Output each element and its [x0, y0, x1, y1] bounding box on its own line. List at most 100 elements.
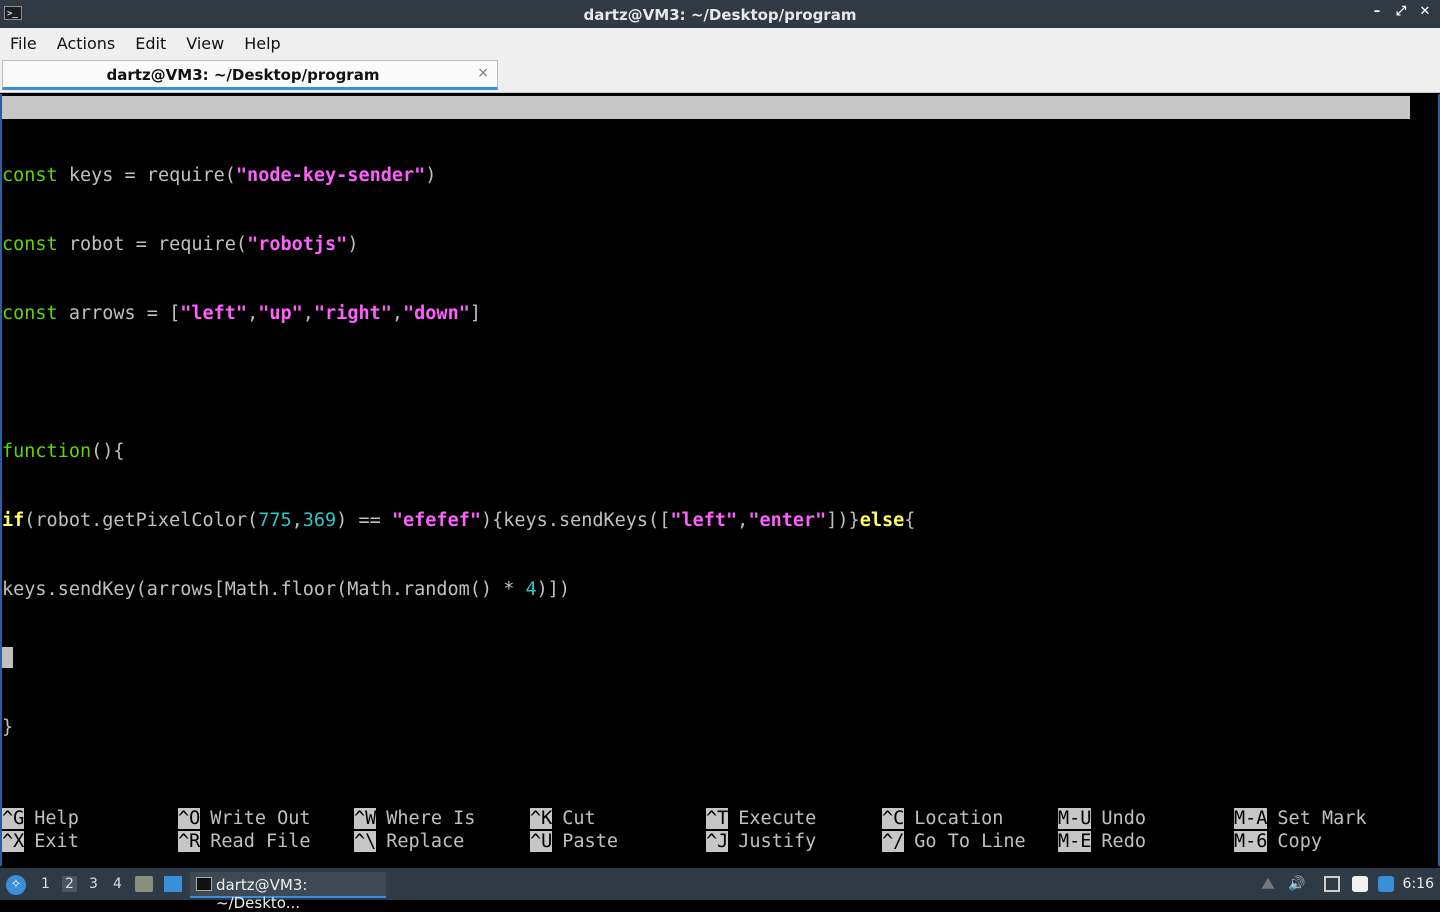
window-title: dartz@VM3: ~/Desktop/program	[583, 6, 857, 24]
code-text: ,	[737, 510, 749, 531]
terminal-icon	[196, 877, 212, 891]
code-text: ,	[302, 303, 314, 324]
shortcut-key: ^K	[530, 808, 553, 829]
shortcut-key: ^W	[354, 808, 377, 829]
code-text: ])}	[826, 510, 860, 531]
shortcut-copy[interactable]: M-6 Copy	[1234, 830, 1322, 853]
code-line-9: }	[2, 716, 915, 739]
window-titlebar[interactable]: >_ dartz@VM3: ~/Desktop/program – ⤢ ✕	[0, 0, 1440, 28]
shortcut-key: ^O	[178, 808, 201, 829]
show-desktop-icon[interactable]	[164, 876, 182, 892]
shortcut-paste[interactable]: ^U Paste	[530, 830, 618, 853]
code-text: )	[347, 234, 359, 255]
code-text: robot = require(	[57, 234, 248, 255]
shortcut-label: Help	[34, 808, 79, 829]
tab-terminal[interactable]: dartz@VM3: ~/Desktop/program ×	[2, 60, 498, 90]
shortcut-key: M-6	[1234, 831, 1268, 852]
shortcut-where-is[interactable]: ^W Where Is	[354, 807, 475, 830]
code-editor[interactable]: const keys = require("node-key-sender" ) …	[2, 118, 915, 785]
tray-expand-icon[interactable]	[1261, 877, 1275, 889]
shortcut-label: Replace	[386, 831, 465, 852]
menu-help[interactable]: Help	[234, 34, 290, 53]
string-literal: "right"	[313, 303, 392, 324]
shortcut-label: Go To Line	[914, 831, 1026, 852]
workspace-3[interactable]: 3	[89, 876, 98, 892]
start-menu-icon[interactable]: ✧	[6, 875, 26, 895]
code-text: ,	[291, 510, 303, 531]
code-line-2: const robot = require("robotjs")	[2, 233, 915, 256]
shortcut-help[interactable]: ^G Help	[2, 807, 79, 830]
code-line-5: function(){	[2, 440, 915, 463]
string-literal: "up"	[258, 303, 303, 324]
shortcut-replace[interactable]: ^\ Replace	[354, 830, 464, 853]
volume-icon[interactable]: 🔊	[1288, 876, 1305, 892]
shortcut-label: Where Is	[386, 808, 476, 829]
shortcut-go-to-line[interactable]: ^/ Go To Line	[882, 830, 1026, 853]
shortcut-write-out[interactable]: ^O Write Out	[178, 807, 311, 830]
clock: 6:16	[1402, 876, 1434, 892]
number-literal: 775	[258, 510, 292, 531]
workspace-1[interactable]: 1	[41, 876, 50, 892]
maximize-icon[interactable]: ⤢	[1394, 4, 1408, 19]
code-text: )	[425, 165, 437, 186]
string-literal: "left"	[180, 303, 248, 324]
keyword: const	[2, 234, 58, 255]
shortcut-label: Execute	[738, 808, 817, 829]
shortcut-execute[interactable]: ^T Execute	[706, 807, 816, 830]
shortcut-label: Undo	[1101, 808, 1146, 829]
shortcut-exit[interactable]: ^X Exit	[2, 830, 79, 853]
shortcut-label: Justify	[738, 831, 817, 852]
shortcut-key: ^C	[882, 808, 905, 829]
shortcut-label: Set Mark	[1277, 808, 1367, 829]
shortcut-cut[interactable]: ^K Cut	[530, 807, 596, 830]
menu-edit[interactable]: Edit	[125, 34, 176, 53]
code-text: {	[904, 510, 916, 531]
shortcut-location[interactable]: ^C Location	[882, 807, 1003, 830]
code-line-3: const arrows = ["left","up","right","dow…	[2, 302, 915, 325]
shortcut-redo[interactable]: M-E Redo	[1058, 830, 1146, 853]
shortcut-undo[interactable]: M-U Undo	[1058, 807, 1146, 830]
tab-close-icon[interactable]: ×	[477, 65, 489, 81]
control-keyword: else	[859, 510, 905, 531]
keyword: const	[2, 303, 58, 324]
nano-header: GNU nano 6.2 index.js *	[2, 96, 1410, 164]
code-line-7: keys.sendKey(arrows[Math.floor(Math.rand…	[2, 578, 915, 601]
menu-view[interactable]: View	[176, 34, 234, 53]
menu-file[interactable]: File	[0, 34, 47, 53]
file-manager-icon[interactable]	[135, 876, 153, 892]
code-text: keys.sendKey(arrows[Math.floor(Math.rand…	[2, 579, 526, 600]
shortcut-key: M-A	[1234, 808, 1268, 829]
code-text: keys = require(	[57, 165, 236, 186]
shortcut-key: ^U	[530, 831, 553, 852]
code-text: (robot.getPixelColor(	[24, 510, 259, 531]
workspace-2[interactable]: 2	[62, 876, 77, 892]
menu-actions[interactable]: Actions	[47, 34, 125, 53]
minimize-icon[interactable]: –	[1370, 4, 1384, 19]
close-icon[interactable]: ✕	[1418, 4, 1432, 19]
tab-bar: dartz@VM3: ~/Desktop/program ×	[0, 58, 1440, 93]
clipboard-icon[interactable]	[1352, 876, 1368, 892]
workspace-4[interactable]: 4	[113, 876, 122, 892]
shortcut-key: ^J	[706, 831, 729, 852]
terminal-area[interactable]: GNU nano 6.2 index.js * const keys = req…	[0, 94, 1440, 866]
shortcut-label: Location	[914, 808, 1004, 829]
task-label: dartz@VM3: ~/Deskto...	[216, 876, 308, 912]
shortcut-key: ^\	[354, 831, 377, 852]
shortcut-set-mark[interactable]: M-A Set Mark	[1234, 807, 1367, 830]
shortcut-read-file[interactable]: ^R Read File	[178, 830, 311, 853]
taskbar: ✧ 1 2 3 4 dartz@VM3: ~/Deskto... 🔊 6:16	[0, 868, 1440, 912]
update-notifier-icon[interactable]	[1378, 876, 1394, 892]
monitor-icon[interactable]	[1324, 876, 1340, 892]
taskbar-task-terminal[interactable]: dartz@VM3: ~/Deskto...	[190, 872, 386, 912]
code-text: }	[2, 717, 14, 738]
shortcut-label: Exit	[34, 831, 79, 852]
number-literal: 369	[302, 510, 337, 531]
text-cursor	[2, 647, 13, 668]
code-text: ) ==	[336, 510, 392, 531]
shortcut-justify[interactable]: ^J Justify	[706, 830, 816, 853]
code-line-8	[2, 647, 915, 670]
code-text: ,	[391, 303, 404, 324]
string-literal: "node-key-sender"	[235, 165, 426, 186]
window-controls: – ⤢ ✕	[1370, 4, 1432, 19]
